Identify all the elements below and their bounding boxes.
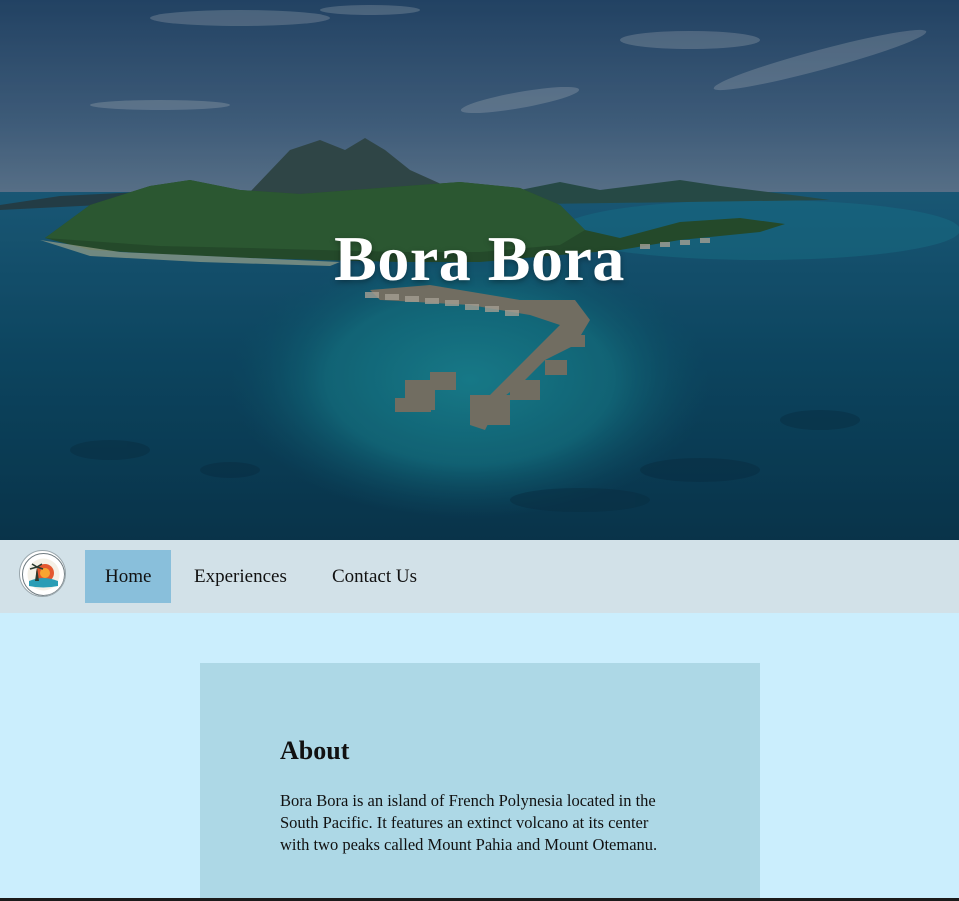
hero-banner: Bora Bora bbox=[0, 0, 959, 540]
about-card: About Bora Bora is an island of French P… bbox=[200, 663, 760, 901]
resort-logo-icon[interactable] bbox=[19, 550, 66, 597]
nav-home[interactable]: Home bbox=[85, 550, 172, 603]
about-heading: About bbox=[280, 736, 350, 765]
nav-experiences[interactable]: Experiences bbox=[174, 550, 307, 603]
page-title: Bora Bora bbox=[334, 223, 625, 294]
nav-contact-us[interactable]: Contact Us bbox=[312, 550, 437, 603]
about-text: Bora Bora is an island of French Polynes… bbox=[280, 791, 658, 854]
navbar: Home Experiences Contact Us bbox=[0, 540, 959, 613]
